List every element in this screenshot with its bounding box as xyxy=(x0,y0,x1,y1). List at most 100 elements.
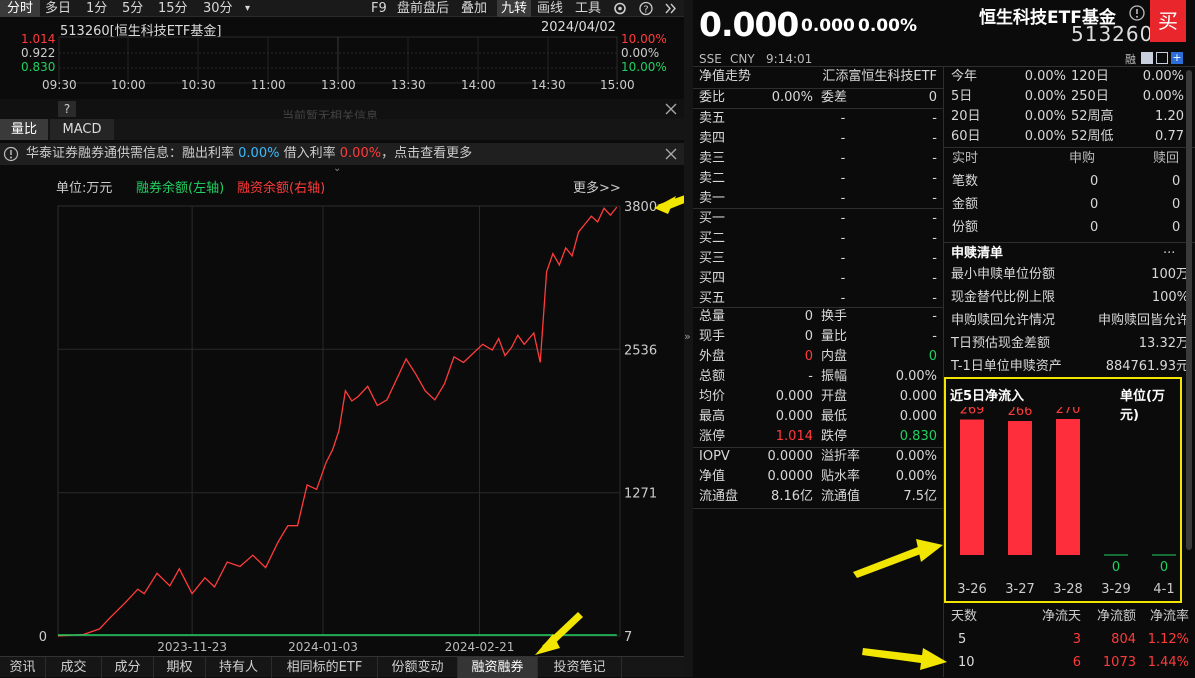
arrow-annotation-head xyxy=(916,539,943,562)
ask-price[interactable]: - xyxy=(833,169,853,189)
inflow-date-label: 3-28 xyxy=(1053,582,1083,597)
bid-price[interactable]: - xyxy=(833,269,853,289)
bid-label: 买四 xyxy=(699,271,726,286)
stat-value: 0 xyxy=(804,329,813,344)
flow-table-cell: 3 xyxy=(1072,632,1081,647)
tab-news[interactable]: 资讯 xyxy=(0,657,46,678)
inflow-date-label: 3-26 xyxy=(957,582,987,597)
ask-label: 卖一 xyxy=(699,191,726,206)
tab-notes[interactable]: 投资笔记 xyxy=(538,657,622,678)
realtime-header: 实时 xyxy=(952,151,979,166)
tab-margin-trading[interactable]: 融资融券 xyxy=(458,657,538,678)
ask-volume: - xyxy=(932,171,937,186)
info-circle-icon[interactable] xyxy=(1128,4,1146,22)
bid-price[interactable]: - xyxy=(833,229,853,249)
ask-price[interactable]: - xyxy=(833,149,853,169)
tab-5min[interactable]: 5分 xyxy=(122,0,143,17)
period-value: 0.00% xyxy=(1024,109,1066,124)
ask-price[interactable]: - xyxy=(833,189,853,209)
collapse-chevron-icon[interactable]: ⌄ xyxy=(333,163,341,174)
flow-table-cell: 1.12% xyxy=(1147,632,1189,647)
realtime-redeem-value: 0 xyxy=(1172,174,1181,189)
tab-holders[interactable]: 持有人 xyxy=(206,657,272,678)
realtime-row-label: 金额 xyxy=(952,197,979,212)
ask-price[interactable]: - xyxy=(833,109,853,129)
quote-time: 9:14:01 xyxy=(766,52,813,66)
flow-table-cell: 1.44% xyxy=(1147,655,1189,670)
x-tick: 13:30 xyxy=(391,78,426,92)
panel-splitter[interactable]: » xyxy=(684,0,693,677)
x-tick: 13:00 xyxy=(321,78,356,92)
period-dropdown-icon[interactable]: ▾ xyxy=(245,0,250,17)
tab-15min[interactable]: 15分 xyxy=(158,0,188,17)
info-strip: ? 当前暂无相关信息 xyxy=(0,99,684,119)
stat-label: 溢折率 xyxy=(821,449,861,464)
currency: CNY xyxy=(730,52,755,66)
close-notice-icon[interactable] xyxy=(664,146,678,162)
scrollbar-thumb[interactable] xyxy=(1186,70,1192,550)
realtime-subscription: 实时 申购 赎回 笔数 0 0 金额 0 0 份额 0 0 xyxy=(944,148,1195,240)
y-left-tick-label: 0 xyxy=(39,630,47,645)
ask-label: 卖三 xyxy=(699,151,726,166)
tab-share-change[interactable]: 份额变动 xyxy=(378,657,458,678)
redemption-item-label: T-1日单位申赎资产 xyxy=(951,359,1062,374)
tools-button[interactable]: 工具 xyxy=(575,0,601,17)
bid-price[interactable]: - xyxy=(833,289,853,309)
bottom-tabs: 资讯 成交 成分 期权 持有人 相同标的ETF 份额变动 融资融券 投资笔记 xyxy=(0,656,684,678)
flow-table-cell: 10 xyxy=(958,655,975,670)
add-icon[interactable]: + xyxy=(1171,52,1183,64)
stat-value: 0.830 xyxy=(899,429,937,444)
inflow-bar xyxy=(960,419,984,555)
tab-macd[interactable]: MACD xyxy=(50,119,114,140)
tab-30min[interactable]: 30分 xyxy=(203,0,233,17)
help-question-button[interactable]: ? xyxy=(58,101,76,117)
bid-price[interactable]: - xyxy=(833,249,853,269)
tab-volume-ratio[interactable]: 量比 xyxy=(0,119,48,140)
commission-diff-label: 委差 xyxy=(821,90,848,105)
overlay-button[interactable]: 叠加 xyxy=(461,0,487,17)
draw-button[interactable]: 画线 xyxy=(537,0,563,17)
tab-components[interactable]: 成分 xyxy=(102,657,154,678)
pre-post-market-button[interactable]: 盘前盘后 xyxy=(397,0,449,17)
nav-trend-label[interactable]: 净值走势 xyxy=(699,67,751,87)
period-label: 20日 xyxy=(951,109,981,124)
svg-text:?: ? xyxy=(643,5,648,16)
stat-value: 0.000 xyxy=(775,389,813,404)
buy-button[interactable]: 买 xyxy=(1150,0,1186,42)
tab-options[interactable]: 期权 xyxy=(154,657,206,678)
stat-label: 开盘 xyxy=(821,389,848,404)
tab-trades[interactable]: 成交 xyxy=(46,657,102,678)
bid-label: 买二 xyxy=(699,231,726,246)
window-icon[interactable] xyxy=(1156,52,1168,64)
nine-turn-button[interactable]: 九转 xyxy=(497,0,531,17)
bid-label: 买一 xyxy=(699,211,726,226)
stat-value: 0 xyxy=(804,349,813,364)
commission-ratio-value: 0.00% xyxy=(771,90,813,105)
ask-price[interactable]: - xyxy=(833,129,853,149)
stat-value: 7.5亿 xyxy=(903,489,937,504)
tab-intraday[interactable]: 分时 xyxy=(0,0,40,17)
bid-price[interactable]: - xyxy=(833,209,853,229)
settings-gear-icon[interactable] xyxy=(612,0,628,17)
redemption-more-button[interactable]: ··· xyxy=(1163,244,1175,264)
commission-diff-value: 0 xyxy=(928,90,937,105)
redemption-item-value: 申购赎回皆允许 xyxy=(1097,313,1189,328)
edit-icon[interactable] xyxy=(1141,52,1153,64)
stat-label: 跌停 xyxy=(821,429,848,444)
arrow-annotation xyxy=(853,545,926,578)
right-panel: 0.000 0.000 0.00% 恒生科技ETF基金 513260 买 SSE… xyxy=(693,0,1195,677)
ask-volume: - xyxy=(932,151,937,166)
fund-company: 汇添富恒生科技ETF xyxy=(822,69,937,84)
help-icon[interactable]: ? xyxy=(638,0,654,17)
tab-1min[interactable]: 1分 xyxy=(86,0,107,17)
tab-same-underlying-etf[interactable]: 相同标的ETF xyxy=(272,657,378,678)
bid-volume: - xyxy=(932,231,937,246)
bid-volume: - xyxy=(932,271,937,286)
flow-table-cell: 6 xyxy=(1072,655,1081,670)
f9-button[interactable]: F9 xyxy=(371,0,387,17)
splitter-chevron-icon[interactable]: » xyxy=(684,330,691,343)
margin-notice-bar[interactable]: 华泰证券融券通供需信息：融出利率 0.00% 借入利率 0.00%，点击查看更多 xyxy=(0,143,684,165)
tab-multi-day[interactable]: 多日 xyxy=(45,0,71,17)
close-icon[interactable] xyxy=(664,101,678,117)
expand-double-chevron-icon[interactable] xyxy=(664,0,678,17)
